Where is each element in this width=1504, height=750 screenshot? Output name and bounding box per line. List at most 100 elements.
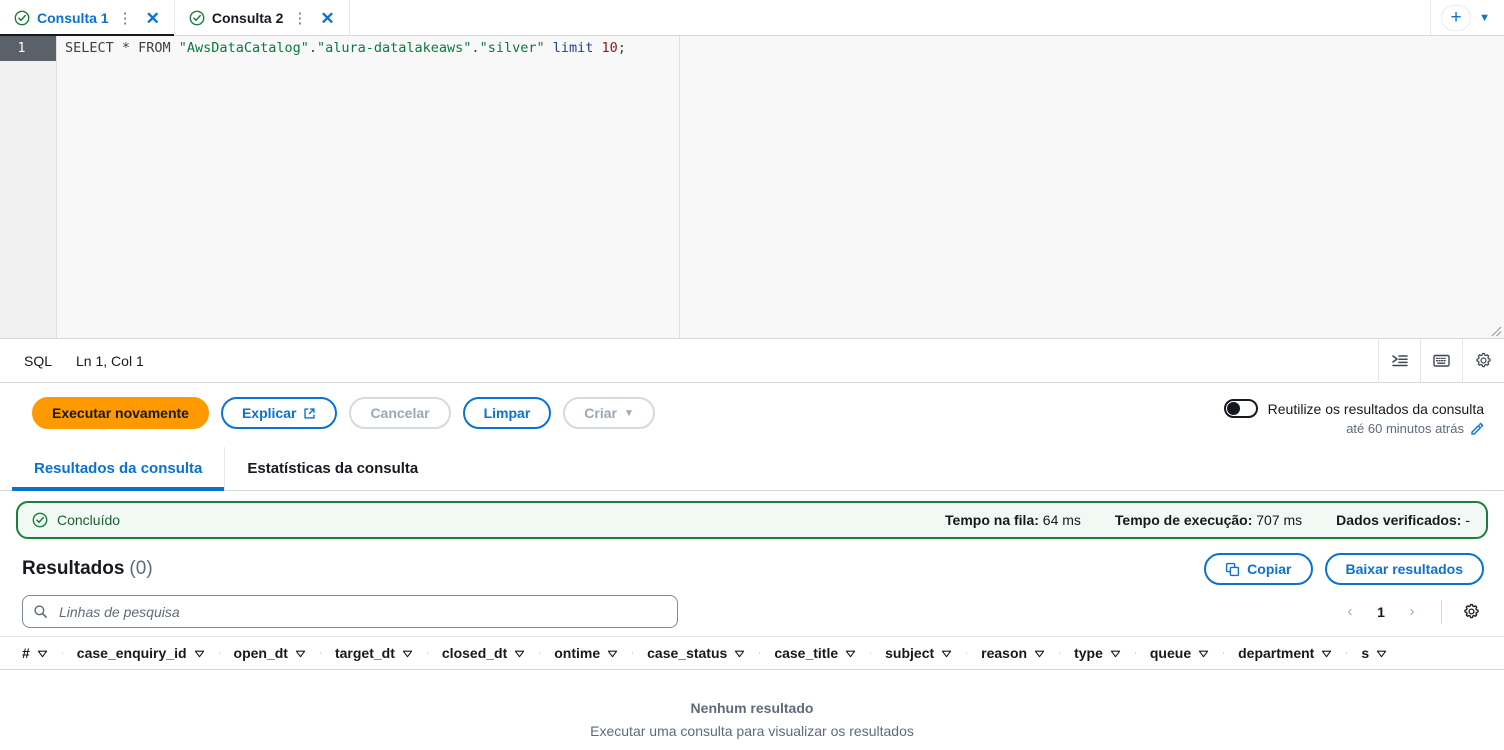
chevron-down-icon[interactable]: ▼ <box>1477 12 1492 24</box>
reuse-results-row: Reutilize os resultados da consulta <box>1223 399 1484 418</box>
column-header-closed_dt[interactable]: closed_dt <box>426 645 539 661</box>
editor-code-area[interactable]: SELECT * FROM "AwsDataCatalog"."alura-da… <box>57 36 1504 338</box>
cancel-button[interactable]: Cancelar <box>349 397 451 429</box>
sort-caret-icon[interactable] <box>295 648 306 659</box>
sort-caret-icon[interactable] <box>402 648 413 659</box>
query-tab-consulta-2[interactable]: Consulta 2 ⋮ ✕ <box>175 0 350 36</box>
column-header-open_dt[interactable]: open_dt <box>218 645 320 661</box>
search-box[interactable] <box>22 595 678 628</box>
editor-resize-handle[interactable] <box>1490 324 1502 337</box>
sort-caret-icon[interactable] <box>1321 648 1332 659</box>
check-circle-icon <box>32 512 48 528</box>
metric-run-time-value: 707 ms <box>1256 512 1303 528</box>
tab-query-statistics[interactable]: Estatísticas da consulta <box>225 447 440 490</box>
tab-query-results[interactable]: Resultados da consulta <box>12 447 226 491</box>
editor-cursor-position: Ln 1, Col 1 <box>76 352 144 369</box>
query-status-text: Concluído <box>57 512 121 528</box>
column-header-reason[interactable]: reason <box>966 645 1059 661</box>
copy-results-button[interactable]: Copiar <box>1204 553 1313 585</box>
sort-caret-icon[interactable] <box>514 648 525 659</box>
column-header-case_enquiry_id[interactable]: case_enquiry_id <box>61 645 219 661</box>
line-number: 1 <box>0 36 56 61</box>
column-header-label: reason <box>981 645 1028 661</box>
create-button[interactable]: Criar ▼ <box>563 397 655 429</box>
sql-token-space <box>545 40 553 56</box>
results-header-buttons: Copiar Baixar resultados <box>1204 553 1484 585</box>
pagination-prev-button[interactable]: ‹ <box>1337 599 1363 625</box>
reuse-results-toggle[interactable] <box>1223 399 1258 418</box>
column-header-s[interactable]: s <box>1346 645 1401 661</box>
tab-strip-filler <box>350 0 1432 35</box>
gear-icon[interactable] <box>1462 338 1504 383</box>
metric-run-time: Tempo de execução: 707 ms <box>1115 512 1302 528</box>
sort-caret-icon[interactable] <box>607 648 618 659</box>
explain-button[interactable]: Explicar <box>220 397 338 429</box>
sql-token-limit: limit <box>552 40 594 56</box>
column-header-label: # <box>22 645 30 661</box>
metric-run-time-label: Tempo de execução: <box>1114 512 1253 528</box>
sql-editor[interactable]: 1 SELECT * FROM "AwsDataCatalog"."alura-… <box>0 36 1504 339</box>
column-header-case_title[interactable]: case_title <box>759 645 870 661</box>
sort-caret-icon[interactable] <box>845 648 856 659</box>
column-header-label: s <box>1361 645 1370 661</box>
add-tab-button[interactable]: + <box>1441 4 1472 31</box>
query-action-bar: Executar novamente Explicar Cancelar Lim… <box>0 383 1504 447</box>
column-header-ontime[interactable]: ontime <box>539 645 632 661</box>
sort-caret-icon[interactable] <box>941 648 952 659</box>
column-header-target_dt[interactable]: target_dt <box>319 645 427 661</box>
sort-caret-icon[interactable] <box>194 648 205 659</box>
sql-code-line[interactable]: SELECT * FROM "AwsDataCatalog"."alura-da… <box>57 36 1504 61</box>
pencil-icon[interactable] <box>1470 422 1484 436</box>
query-status-alert: Concluído Tempo na fila: 64 ms Tempo de … <box>16 501 1488 539</box>
column-header-department[interactable]: department <box>1223 645 1346 661</box>
column-header-type[interactable]: type <box>1059 645 1135 661</box>
column-header-queue[interactable]: queue <box>1134 645 1223 661</box>
search-input[interactable] <box>57 602 667 621</box>
results-title: Resultados <box>22 558 125 579</box>
sort-caret-icon[interactable] <box>1198 648 1209 659</box>
close-icon[interactable]: ✕ <box>316 10 338 27</box>
column-header-label: department <box>1238 645 1315 661</box>
results-count: (0) <box>129 558 153 579</box>
metric-queue-time-value: 64 ms <box>1042 512 1081 528</box>
results-search-row: ‹ 1 › <box>0 591 1504 636</box>
clear-button[interactable]: Limpar <box>462 397 552 429</box>
sort-caret-icon[interactable] <box>1034 648 1045 659</box>
pagination-next-button[interactable]: › <box>1399 599 1425 625</box>
sql-token-database: "alura-datalakeaws" <box>316 40 472 56</box>
sort-caret-icon[interactable] <box>734 648 745 659</box>
query-tab-menu-icon[interactable]: ⋮ <box>116 11 135 26</box>
tab-query-statistics-label: Estatísticas da consulta <box>247 460 419 477</box>
column-header-case_status[interactable]: case_status <box>632 645 759 661</box>
sort-caret-icon[interactable] <box>1110 648 1121 659</box>
metric-data-scanned-value: - <box>1465 512 1470 528</box>
editor-gutter: 1 <box>0 36 57 338</box>
copy-icon <box>1225 562 1240 577</box>
query-tab-consulta-1[interactable]: Consulta 1 ⋮ ✕ <box>0 0 175 37</box>
column-header-label: type <box>1074 645 1103 661</box>
editor-status-bar: SQL Ln 1, Col 1 <box>0 338 1504 383</box>
close-icon[interactable]: ✕ <box>142 10 164 27</box>
query-metrics: Tempo na fila: 64 ms Tempo de execução: … <box>945 512 1470 528</box>
reuse-results-duration: até 60 minutos atrás <box>1346 421 1484 436</box>
download-results-button[interactable]: Baixar resultados <box>1324 553 1484 585</box>
format-indent-icon[interactable] <box>1378 338 1420 383</box>
table-preferences-gear-icon[interactable] <box>1458 599 1484 625</box>
empty-state-subtitle: Executar uma consulta para visualizar os… <box>590 723 914 739</box>
results-empty-state: Nenhum resultado Executar uma consulta p… <box>0 670 1504 739</box>
column-header-label: case_status <box>647 645 728 661</box>
column-header-subject[interactable]: subject <box>870 645 966 661</box>
sort-caret-icon[interactable] <box>1376 648 1387 659</box>
pagination-page-1[interactable]: 1 <box>1369 604 1393 620</box>
sql-token-number: 10 <box>601 40 618 56</box>
column-header-[interactable]: # <box>22 645 62 661</box>
tab-query-results-label: Resultados da consulta <box>34 460 203 477</box>
column-header-label: case_enquiry_id <box>76 645 187 661</box>
reuse-results-duration-text: até 60 minutos atrás <box>1346 421 1464 436</box>
keyboard-icon[interactable] <box>1420 338 1462 383</box>
copy-results-label: Copiar <box>1247 561 1292 577</box>
sort-caret-icon[interactable] <box>37 648 48 659</box>
query-tab-menu-icon[interactable]: ⋮ <box>290 11 309 26</box>
column-header-label: subject <box>885 645 935 661</box>
run-again-button[interactable]: Executar novamente <box>32 397 209 429</box>
